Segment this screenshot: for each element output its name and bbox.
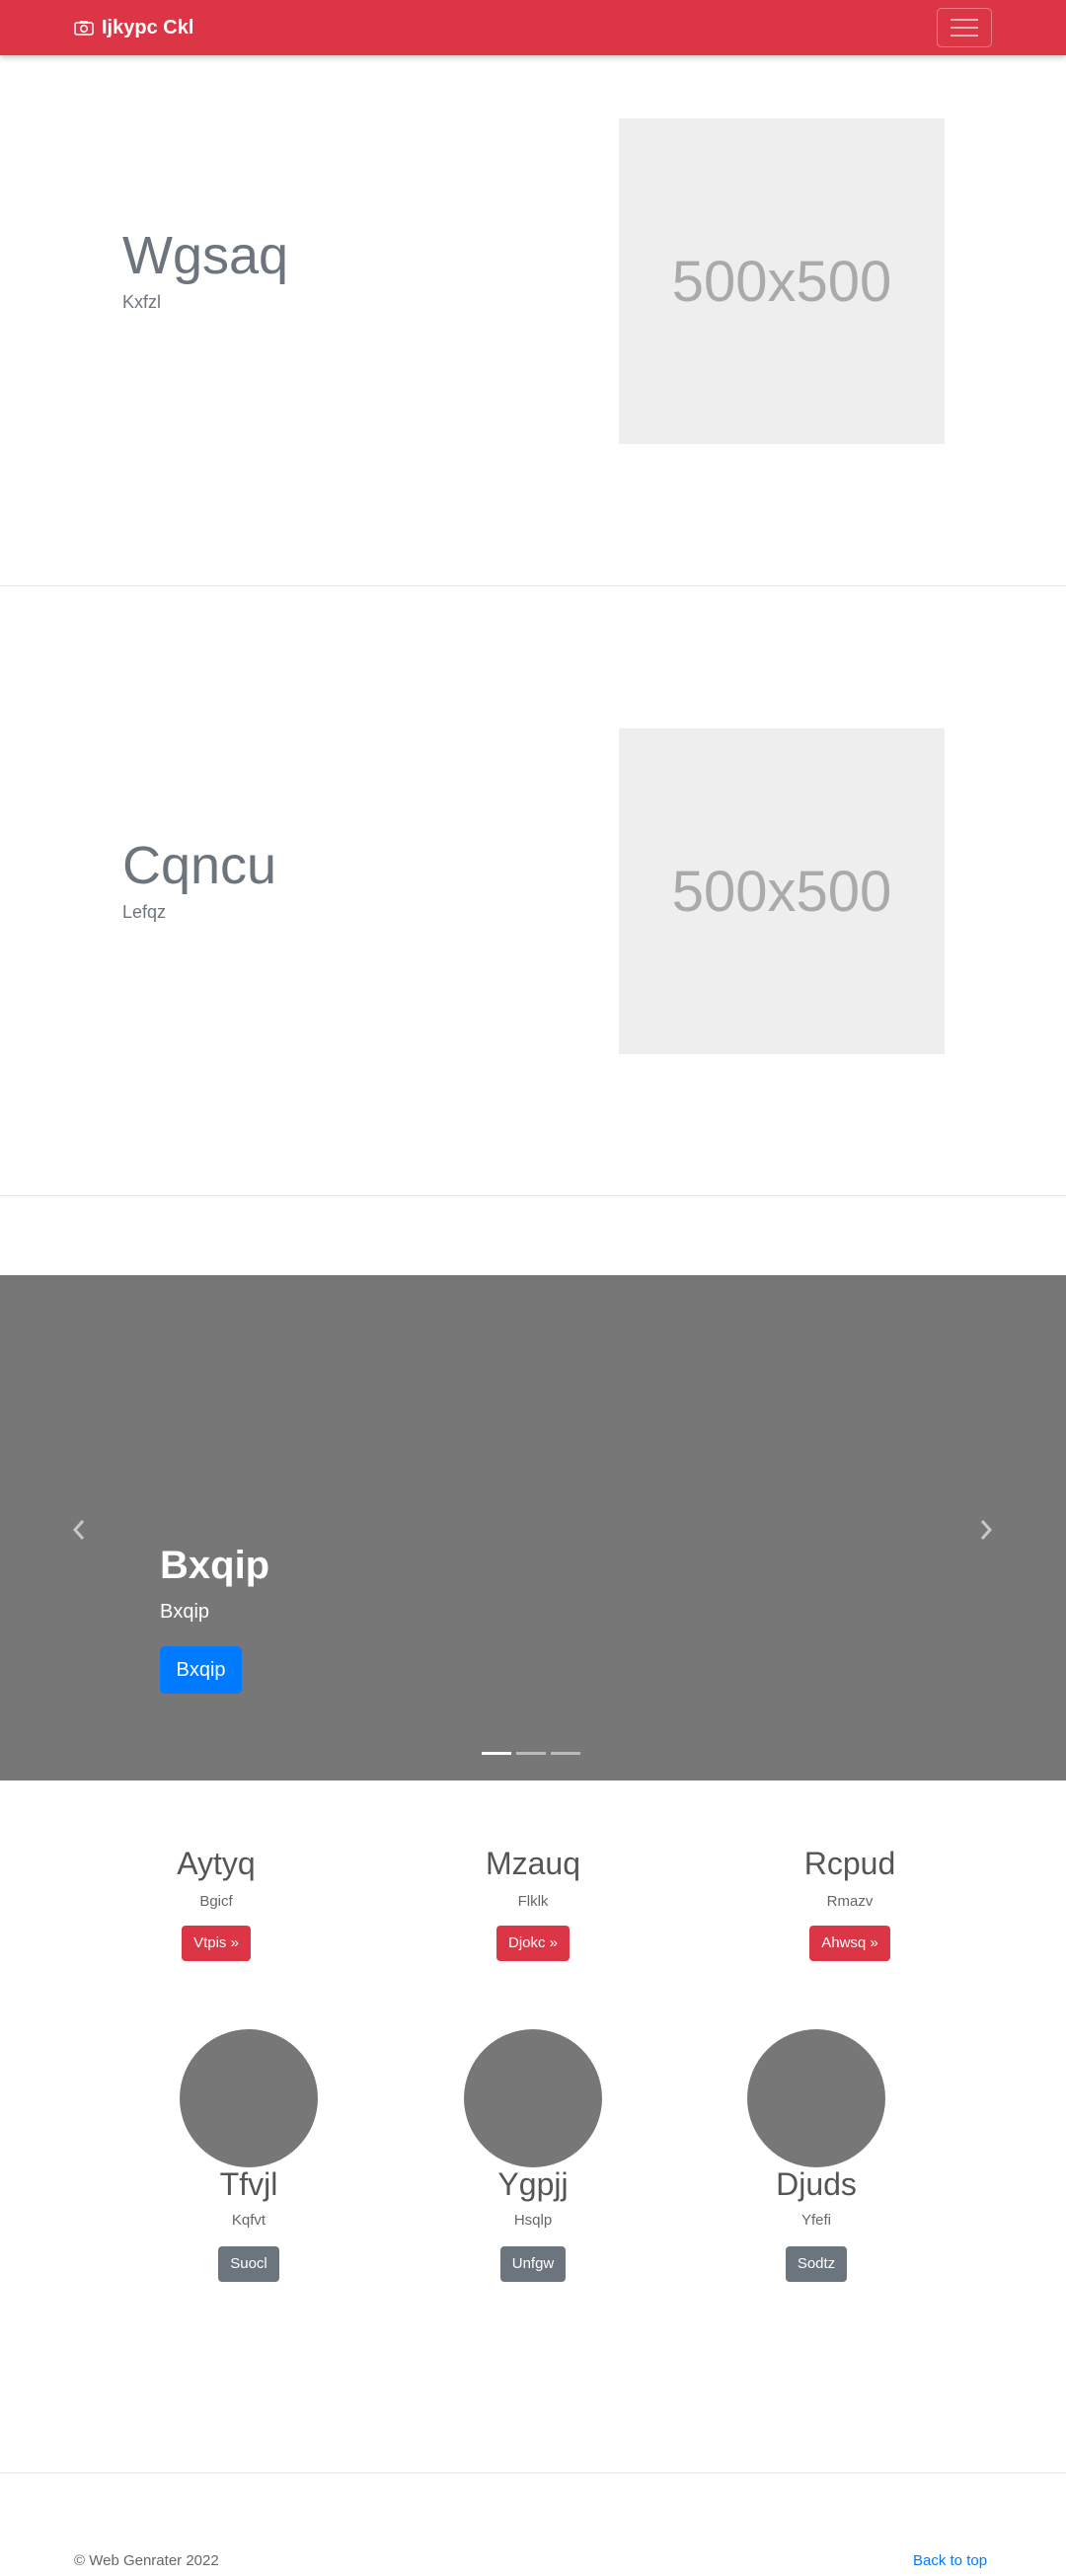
avatar [747, 2029, 885, 2167]
footer-divider [0, 2472, 1066, 2473]
featurette-subtext: Lefqz [122, 902, 167, 922]
profile-button[interactable]: Suocl [218, 2246, 279, 2283]
carousel-indicator[interactable] [551, 1752, 580, 1755]
footer-copyright: © Web Genrater 2022 [74, 2552, 219, 2569]
profile-3: Djuds Yfefi Sodtz [708, 2029, 925, 2283]
column-3: Rcpud Rmazv Ahwsq » [741, 1846, 958, 1962]
featurette-heading: Cqncu [122, 836, 277, 895]
profile-button[interactable]: Unfgw [499, 2246, 567, 2283]
profile-subtext: Yfefi [800, 2212, 831, 2230]
profile-heading: Tfvjl [219, 2166, 278, 2202]
column-heading: Rcpud [803, 1846, 896, 1881]
column-subtext: Flklk [517, 1893, 549, 1911]
carousel: Bxqip Bxqip Bxqip [0, 1275, 1066, 1780]
back-to-top-link[interactable]: Back to top [913, 2552, 987, 2569]
avatar [180, 2029, 318, 2167]
divider [0, 1195, 1066, 1196]
featurette-image-placeholder: 500x500 [619, 728, 945, 1054]
brand-label: Ijkypc Ckl [102, 16, 194, 38]
avatar [464, 2029, 602, 2167]
profile-1: Tfvjl Kqfvt Suocl [140, 2029, 357, 2283]
carousel-subtitle: Bxqip [160, 1601, 210, 1623]
column-heading: Aytyq [177, 1846, 256, 1881]
column-heading: Mzauq [485, 1846, 581, 1881]
carousel-title: Bxqip [160, 1544, 270, 1587]
hamburger-icon [951, 19, 978, 21]
profile-subtext: Kqfvt [231, 2212, 266, 2230]
navbar-toggle-button[interactable] [937, 8, 992, 47]
divider [0, 585, 1066, 586]
profile-subtext: Hsqlp [513, 2212, 553, 2230]
column-subtext: Bgicf [199, 1893, 233, 1911]
carousel-indicators [482, 1752, 580, 1755]
profile-heading: Djuds [776, 2166, 857, 2202]
chevron-left-icon[interactable] [69, 1517, 89, 1543]
column-button[interactable]: Ahwsq » [809, 1926, 890, 1962]
profile-heading: Ygpjj [497, 2166, 569, 2202]
featurette-heading: Wgsaq [122, 226, 289, 285]
column-button[interactable]: Djokc » [495, 1926, 571, 1962]
carousel-indicator[interactable] [516, 1752, 546, 1755]
carousel-indicator[interactable] [482, 1752, 511, 1755]
featurette-image-placeholder: 500x500 [619, 118, 945, 444]
profile-2: Ygpjj Hsqlp Unfgw [424, 2029, 642, 2283]
column-1: Aytyq Bgicf Vtpis » [108, 1846, 325, 1962]
column-2: Mzauq Flklk Djokc » [424, 1846, 642, 1962]
navbar-brand[interactable]: Ijkypc Ckl [74, 14, 193, 41]
carousel-button[interactable]: Bxqip [160, 1646, 242, 1694]
column-subtext: Rmazv [826, 1893, 874, 1911]
featurette-subtext: Kxfzl [122, 292, 162, 312]
profile-button[interactable]: Sodtz [785, 2246, 848, 2283]
camera-icon [74, 21, 94, 36]
chevron-right-icon[interactable] [976, 1517, 996, 1543]
column-button[interactable]: Vtpis » [182, 1926, 251, 1962]
navbar: Ijkypc Ckl [0, 0, 1066, 55]
